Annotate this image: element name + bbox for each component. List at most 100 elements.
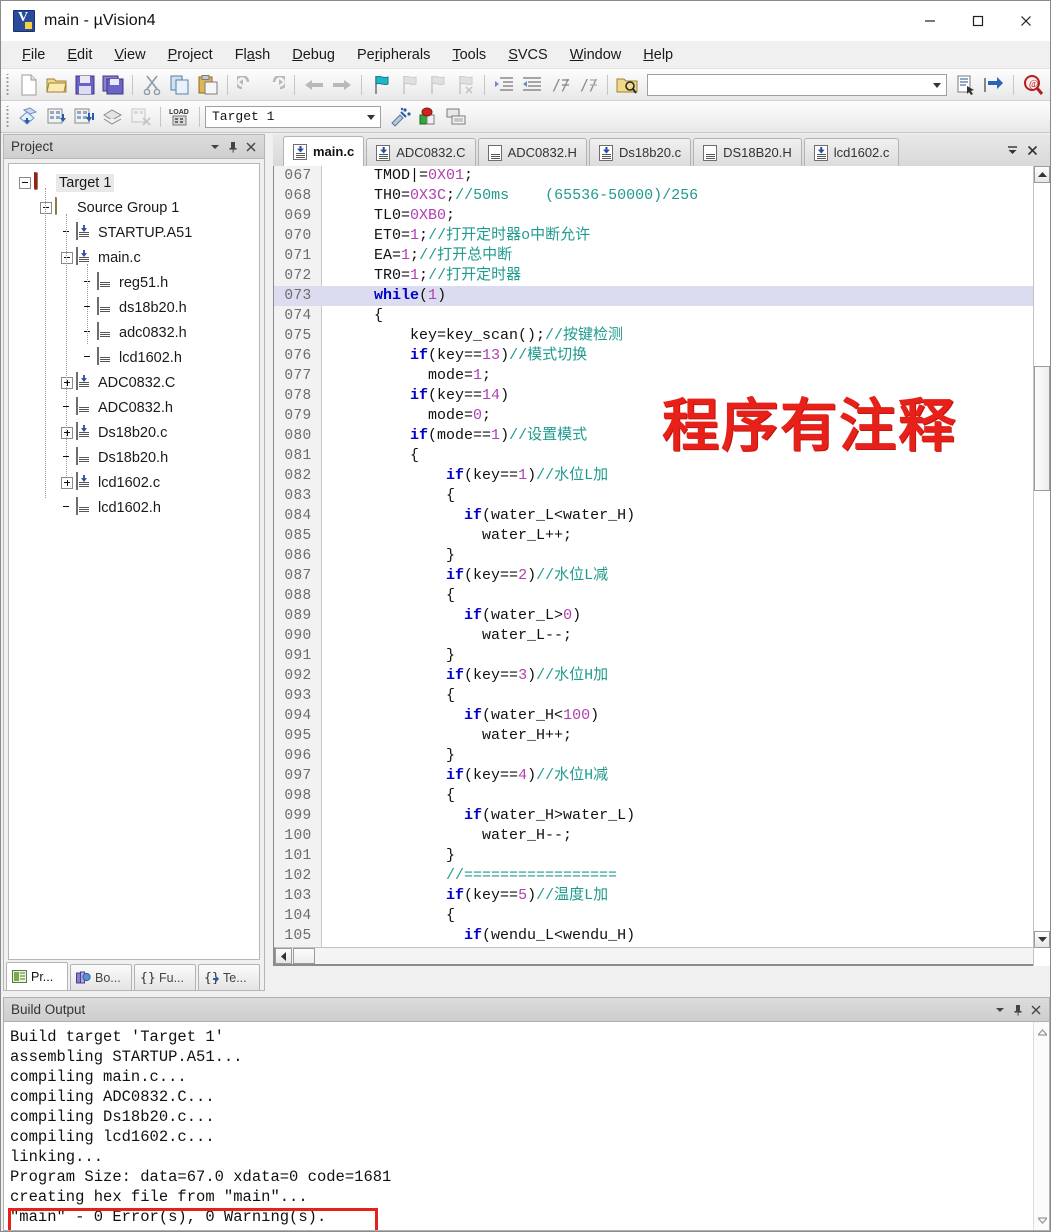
chevron-down-icon[interactable] [991, 1001, 1009, 1019]
editor-tab-ds18b20-h[interactable]: DS18B20.H [693, 138, 802, 166]
tree-item-adc0832-h[interactable]: ADC0832.h [9, 395, 259, 420]
build-output-text[interactable]: Build target 'Target 1'assembling STARTU… [4, 1022, 1049, 1230]
menu-tools[interactable]: Tools [441, 44, 497, 66]
tree-expander-icon[interactable] [61, 252, 73, 264]
code-line[interactable]: 078 if(key==14) [274, 386, 1049, 406]
editor-horizontal-scrollbar[interactable] [274, 947, 1050, 965]
save-icon[interactable] [72, 72, 98, 98]
pin-icon[interactable] [1009, 1001, 1027, 1019]
code-line[interactable]: 084 if(water_L<water_H) [274, 506, 1049, 526]
code-line[interactable]: 085 water_L++; [274, 526, 1049, 546]
tree-item-source-group-1[interactable]: Source Group 1 [9, 195, 259, 220]
menu-window[interactable]: Window [559, 44, 633, 66]
code-line[interactable]: 089 if(water_L>0) [274, 606, 1049, 626]
goto-definition-icon[interactable] [953, 72, 979, 98]
code-line[interactable]: 070 ET0=1;//打开定时器o中断允许 [274, 226, 1049, 246]
pin-icon[interactable] [224, 138, 242, 156]
tree-expander-icon[interactable] [19, 177, 31, 189]
close-icon[interactable] [242, 138, 260, 156]
menu-project[interactable]: Project [157, 44, 224, 66]
panel-tab-te[interactable]: {}Te... [198, 964, 260, 990]
close-icon[interactable] [1027, 1001, 1045, 1019]
copy-icon[interactable] [167, 72, 193, 98]
menu-view[interactable]: View [103, 44, 156, 66]
bookmark-prev-icon[interactable] [396, 72, 422, 98]
editor-tab-adc0832-c[interactable]: ADC0832.C [366, 138, 475, 166]
menu-peripherals[interactable]: Peripherals [346, 44, 441, 66]
code-line[interactable]: 081 { [274, 446, 1049, 466]
find-combo[interactable] [647, 74, 947, 96]
code-line[interactable]: 074 { [274, 306, 1049, 326]
translate-icon[interactable] [16, 104, 42, 130]
close-document-icon[interactable] [1022, 140, 1042, 160]
code-line[interactable]: 092 if(key==3)//水位H加 [274, 666, 1049, 686]
code-line[interactable]: 073 while(1) [274, 286, 1049, 306]
editor-tab-ds18b20-c[interactable]: Ds18b20.c [589, 138, 691, 166]
editor-tab-main-c[interactable]: main.c [283, 136, 364, 166]
panel-tab-pr[interactable]: Pr... [6, 962, 68, 990]
tree-expander-icon[interactable] [40, 202, 52, 214]
code-line[interactable]: 095 water_H++; [274, 726, 1049, 746]
scroll-down-button[interactable] [1034, 1212, 1049, 1228]
code-line[interactable]: 080 if(mode==1)//设置模式 [274, 426, 1049, 446]
code-editor[interactable]: 067 TMOD|=0X01;068 TH0=0X3C;//50ms (6553… [273, 166, 1050, 966]
menu-flash[interactable]: Flash [224, 44, 282, 66]
multi-project-icon[interactable] [443, 104, 469, 130]
menu-edit[interactable]: Edit [56, 44, 103, 66]
chevron-down-icon[interactable] [206, 138, 224, 156]
code-line[interactable]: 072 TR0=1;//打开定时器 [274, 266, 1049, 286]
code-line[interactable]: 075 key=key_scan();//按键检测 [274, 326, 1049, 346]
code-line[interactable]: 102 //================= [274, 866, 1049, 886]
toolbar-grip[interactable] [5, 74, 12, 96]
manage-components-icon[interactable] [415, 104, 441, 130]
code-line[interactable]: 068 TH0=0X3C;//50ms (65536-50000)/256 [274, 186, 1049, 206]
scroll-down-button[interactable] [1034, 931, 1050, 948]
tree-item-lcd1602-c[interactable]: lcd1602.c [9, 470, 259, 495]
tree-item-ds18b20-h[interactable]: ds18b20.h [9, 295, 259, 320]
rebuild-all-icon[interactable] [72, 104, 98, 130]
code-line[interactable]: 087 if(key==2)//水位L减 [274, 566, 1049, 586]
tree-item-startup-a51[interactable]: STARTUP.A51 [9, 220, 259, 245]
tree-item-adc0832-h[interactable]: adc0832.h [9, 320, 259, 345]
open-file-icon[interactable] [44, 72, 70, 98]
menu-file[interactable]: File [11, 44, 56, 66]
editor-tab-lcd1602-c[interactable]: lcd1602.c [804, 138, 900, 166]
code-line[interactable]: 094 if(water_H<100) [274, 706, 1049, 726]
redo-icon[interactable] [262, 72, 288, 98]
code-line[interactable]: 097 if(key==4)//水位H减 [274, 766, 1049, 786]
tree-item-ds18b20-c[interactable]: Ds18b20.c [9, 420, 259, 445]
scroll-up-button[interactable] [1034, 166, 1050, 183]
code-line[interactable]: 103 if(key==5)//温度L加 [274, 886, 1049, 906]
build-output-scrollbar[interactable] [1033, 1022, 1049, 1230]
tree-expander-icon[interactable] [61, 377, 73, 389]
paste-icon[interactable] [195, 72, 221, 98]
tree-item-target-1[interactable]: Target 1 [9, 170, 259, 195]
find-icon[interactable]: @ [1020, 72, 1046, 98]
editor-tab-adc0832-h[interactable]: ADC0832.H [478, 138, 587, 166]
undo-icon[interactable] [234, 72, 260, 98]
code-line[interactable]: 090 water_L--; [274, 626, 1049, 646]
code-line[interactable]: 105 if(wendu_L<wendu_H) [274, 926, 1049, 946]
tree-item-lcd1602-h[interactable]: lcd1602.h [9, 495, 259, 520]
tree-item-lcd1602-h[interactable]: lcd1602.h [9, 345, 259, 370]
code-line[interactable]: 069 TL0=0XB0; [274, 206, 1049, 226]
insert-include-icon[interactable] [981, 72, 1007, 98]
batch-build-icon[interactable] [100, 104, 126, 130]
new-file-icon[interactable] [16, 72, 42, 98]
code-line[interactable]: 101 } [274, 846, 1049, 866]
chevron-down-icon[interactable] [933, 83, 941, 88]
code-line[interactable]: 079 mode=0; [274, 406, 1049, 426]
bookmark-clear-icon[interactable] [452, 72, 478, 98]
code-line[interactable]: 076 if(key==13)//模式切换 [274, 346, 1049, 366]
code-line[interactable]: 086 } [274, 546, 1049, 566]
menu-svcs[interactable]: SVCS [497, 44, 559, 66]
tree-item-adc0832-c[interactable]: ADC0832.C [9, 370, 259, 395]
code-line[interactable]: 096 } [274, 746, 1049, 766]
indent-icon[interactable] [491, 72, 517, 98]
menu-help[interactable]: Help [632, 44, 684, 66]
bookmark-next-icon[interactable] [424, 72, 450, 98]
tree-item-reg51-h[interactable]: reg51.h [9, 270, 259, 295]
scroll-left-button[interactable] [275, 948, 292, 964]
close-button[interactable] [1002, 1, 1050, 41]
save-all-icon[interactable] [100, 72, 126, 98]
